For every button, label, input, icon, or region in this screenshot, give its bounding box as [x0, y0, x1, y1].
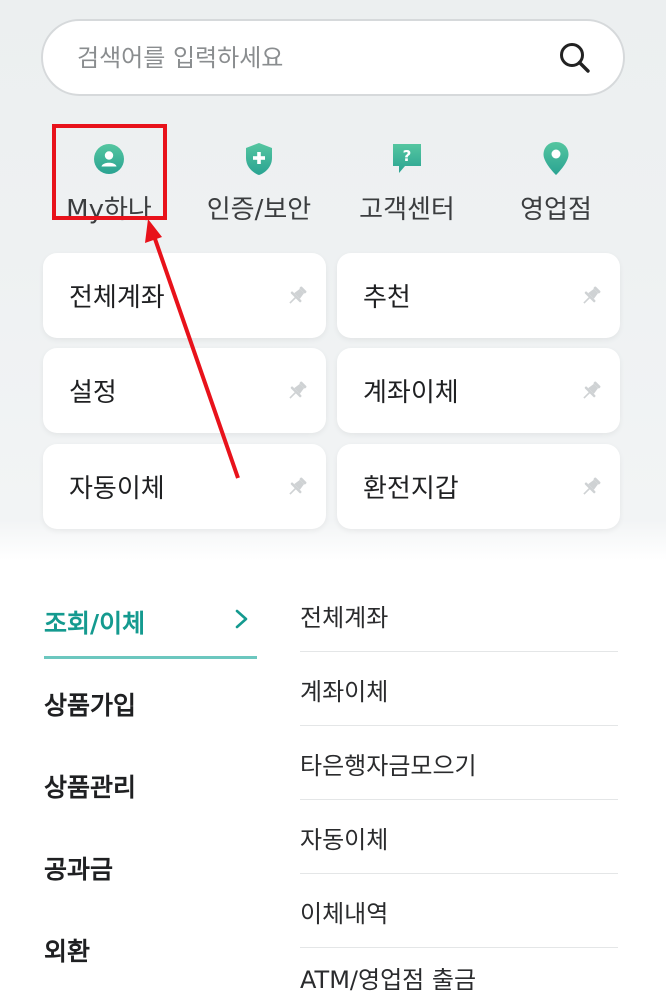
favorite-card-recommend[interactable]: 추천 [337, 253, 620, 338]
category-product-manage[interactable]: 상품관리 [44, 768, 136, 804]
quick-label: 영업점 [520, 195, 592, 225]
pin-icon[interactable] [578, 378, 604, 404]
category-active-underline [44, 656, 257, 659]
location-pin-icon [538, 139, 574, 179]
favorite-label: 추천 [363, 283, 411, 313]
favorite-label: 자동이체 [69, 474, 165, 504]
favorite-label: 설정 [69, 378, 117, 408]
category-utility-bills[interactable]: 공과금 [44, 850, 113, 886]
category-inquiry-transfer[interactable]: 조회/이체 [44, 604, 145, 640]
favorite-label: 환전지갑 [363, 474, 459, 504]
submenu-item-collect-other-banks[interactable]: 타은행자금모으기 [300, 726, 618, 800]
quick-auth-security[interactable]: 인증/보안 [184, 135, 334, 226]
favorite-card-transfer[interactable]: 계좌이체 [337, 348, 620, 433]
category-foreign-exchange[interactable]: 외환 [44, 932, 90, 968]
submenu-item-auto-transfer[interactable]: 자동이체 [300, 800, 618, 874]
submenu-item-transfer-history[interactable]: 이체내역 [300, 874, 618, 948]
search-bar[interactable] [41, 19, 625, 96]
svg-text:?: ? [403, 147, 412, 165]
submenu-item-transfer[interactable]: 계좌이체 [300, 652, 618, 726]
pin-icon[interactable] [284, 378, 310, 404]
quick-customer-center[interactable]: ? 고객센터 [332, 135, 482, 226]
quick-label: 인증/보안 [206, 195, 312, 225]
pin-icon[interactable] [578, 474, 604, 500]
quick-branch[interactable]: 영업점 [481, 135, 631, 226]
search-input[interactable] [77, 43, 537, 72]
favorite-card-settings[interactable]: 설정 [43, 348, 326, 433]
submenu-item-all-accounts[interactable]: 전체계좌 [300, 578, 618, 652]
favorite-label: 전체계좌 [69, 283, 165, 313]
favorite-card-all-accounts[interactable]: 전체계좌 [43, 253, 326, 338]
shield-icon [241, 139, 277, 179]
favorite-card-auto-transfer[interactable]: 자동이체 [43, 444, 326, 529]
quick-label: 고객센터 [359, 195, 455, 225]
pin-icon[interactable] [578, 283, 604, 309]
search-icon[interactable] [557, 40, 593, 76]
pin-icon[interactable] [284, 283, 310, 309]
help-chat-icon: ? [389, 139, 425, 179]
favorite-card-fx-wallet[interactable]: 환전지갑 [337, 444, 620, 529]
category-product-signup[interactable]: 상품가입 [44, 686, 136, 722]
highlight-box [52, 124, 167, 220]
chevron-right-icon[interactable] [232, 605, 252, 633]
favorite-label: 계좌이체 [363, 378, 459, 408]
submenu-item-atm-withdrawal[interactable]: ATM/영업점 출금 [300, 948, 618, 1007]
pin-icon[interactable] [284, 474, 310, 500]
